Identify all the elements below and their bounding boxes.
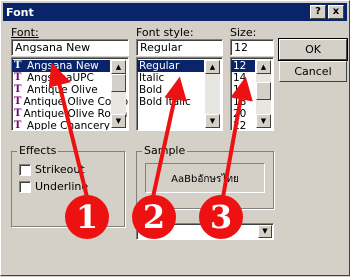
- arrow-2-head: [164, 76, 187, 102]
- callout-2: 2: [132, 195, 176, 239]
- arrow-1-head: [48, 62, 71, 88]
- annotation-arrows: [48, 62, 253, 199]
- callout-3: 3: [199, 195, 243, 239]
- arrow-2: [151, 95, 177, 199]
- arrow-1: [57, 81, 89, 199]
- font-dialog: Font ? x Font: Angsana New T Angsana New T…: [0, 0, 350, 276]
- arrow-3: [221, 95, 243, 199]
- callout-1: 1: [65, 195, 109, 239]
- arrow-3-head: [230, 76, 253, 102]
